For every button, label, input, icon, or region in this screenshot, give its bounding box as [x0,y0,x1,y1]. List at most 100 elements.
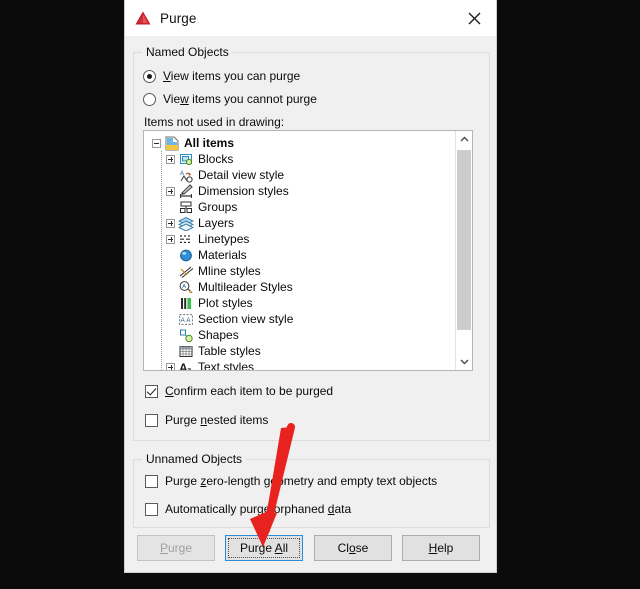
checkbox-indicator [145,384,158,398]
plot-styles-icon [181,297,191,309]
tree-item-mline-styles[interactable]: Mline styles [144,263,455,279]
radio-view-can-purge-label: View items you can purge [163,69,301,83]
groups-icon [180,201,192,213]
tree-item-shapes[interactable]: Shapes [144,327,455,343]
checkbox-auto-purge-orphaned-label: Automatically purge orphaned data [165,502,352,516]
svg-text:A: A [186,318,190,324]
tree-expand-icon[interactable] [166,154,175,164]
unnamed-objects-group: Unnamed Objects Purge zero-length geomet… [133,452,490,528]
tree-item-label: Multileader Styles [198,280,293,294]
checkbox-purge-zero-length-label: Purge zero-length geometry and empty tex… [165,474,438,488]
named-objects-group-label: Named Objects [142,45,233,59]
tree-item-layers[interactable]: Layers [144,215,455,231]
tree-scrollbar[interactable] [455,131,472,370]
tree-item-dimension-styles[interactable]: Dimension styles [144,183,455,199]
unnamed-objects-group-label: Unnamed Objects [142,452,247,466]
mline-styles-icon [179,266,194,278]
checkbox-auto-purge-orphaned[interactable]: Automatically purge orphaned data [145,502,351,516]
svg-text:A: A [181,318,185,324]
tree-item-label: Plot styles [198,296,253,310]
tree-item-groups[interactable]: Groups [144,199,455,215]
tree-expand-icon[interactable] [166,234,175,244]
tree-item-label: Detail view style [198,168,285,182]
named-objects-group: Named Objects View items you can purge V… [133,45,490,441]
table-styles-icon [179,345,193,357]
tree-item-label: All items [184,136,235,150]
tree-item-label: Dimension styles [198,184,289,198]
purge-all-button[interactable]: Purge All [225,535,303,561]
tree-item-text-styles[interactable]: Aa Text styles [144,359,455,370]
tree-item-blocks[interactable]: Blocks [144,151,455,167]
tree-item-plot-styles[interactable]: Plot styles [144,295,455,311]
detail-view-style-icon: A [180,171,193,183]
tree-item-multileader-styles[interactable]: A Multileader Styles [144,279,455,295]
section-view-style-icon: AA [179,313,193,325]
tree-item-label: Materials [198,248,247,262]
radio-view-cannot-purge-label: View items you cannot purge [163,92,317,106]
tree-expand-icon[interactable] [166,186,175,196]
radio-view-cannot-purge[interactable]: View items you cannot purge [143,92,317,106]
scrollbar-thumb[interactable] [457,150,471,330]
svg-text:a: a [187,365,192,370]
layers-icon [178,216,194,231]
dimension-styles-icon [180,183,193,198]
radio-indicator [143,69,156,83]
purge-dialog: Purge Named Objects View items you can p… [124,0,497,573]
checkbox-purge-zero-length[interactable]: Purge zero-length geometry and empty tex… [145,474,437,488]
checkbox-indicator [145,474,158,488]
tree-expand-icon[interactable] [166,218,175,228]
text-styles-icon: Aa [179,361,192,371]
svg-text:A: A [182,284,186,290]
tree-item-table-styles[interactable]: Table styles [144,343,455,359]
tree-item-linetypes[interactable]: Linetypes [144,231,455,247]
chevron-down-icon[interactable] [456,353,472,370]
tree-item-label: Section view style [198,312,294,326]
purge-button[interactable]: Purge [137,535,215,561]
tree-expand-icon[interactable] [166,362,175,370]
group-frame [133,459,490,528]
checkbox-purge-nested-items-label: Purge nested items [165,413,269,427]
tree-item-label: Blocks [198,152,234,166]
tree-item-section-view-style[interactable]: A A Section view style [144,311,455,327]
items-not-used-label: Items not used in drawing: [144,115,285,129]
tree-viewport: All items Blocks A Detail view style Dimensi… [144,131,455,370]
tree-item-materials[interactable]: Materials [144,247,455,263]
autocad-red-triangle-icon [135,11,151,25]
tree-item-all-items[interactable]: All items [144,135,455,151]
title-bar: Purge [125,0,496,36]
radio-indicator [143,92,156,106]
tree-item-label: Linetypes [198,232,250,246]
tree-item-label: Shapes [198,328,239,342]
close-button-label: Close [337,541,369,555]
tree-item-label: Mline styles [198,264,261,278]
radio-view-can-purge[interactable]: View items you can purge [143,69,300,83]
chevron-up-icon[interactable] [456,131,472,148]
dialog-title: Purge [160,10,197,26]
help-button[interactable]: Help [402,535,480,561]
checkbox-indicator [145,502,158,516]
shapes-icon [180,329,193,342]
help-button-label: Help [428,541,454,555]
all-items-icon [165,136,179,150]
purge-items-tree[interactable]: All items Blocks A Detail view style Dimensi… [143,130,473,371]
tree-item-label: Table styles [198,344,261,358]
materials-icon [180,249,192,261]
checkbox-confirm-each-item-label: Confirm each item to be purged [165,384,334,398]
tree-item-label: Groups [198,200,238,214]
checkbox-purge-nested-items[interactable]: Purge nested items [145,413,268,427]
tree-connector-line [161,151,162,370]
tree-item-detail-view-style[interactable]: A Detail view style [144,167,455,183]
tree-collapse-icon[interactable] [152,138,161,148]
blocks-icon [180,153,193,165]
purge-all-button-label: Purge All [239,541,289,555]
close-button[interactable]: Close [314,535,392,561]
tree-item-label: Layers [198,216,235,230]
tree-item-label: Text styles [198,360,255,370]
purge-button-label: Purge [159,541,193,555]
linetypes-icon [180,234,192,243]
checkbox-confirm-each-item[interactable]: Confirm each item to be purged [145,384,333,398]
checkbox-indicator [145,413,158,427]
multileader-styles-icon: A [179,280,193,293]
screen: Purge Named Objects View items you can p… [0,0,640,589]
close-icon[interactable] [452,0,496,36]
